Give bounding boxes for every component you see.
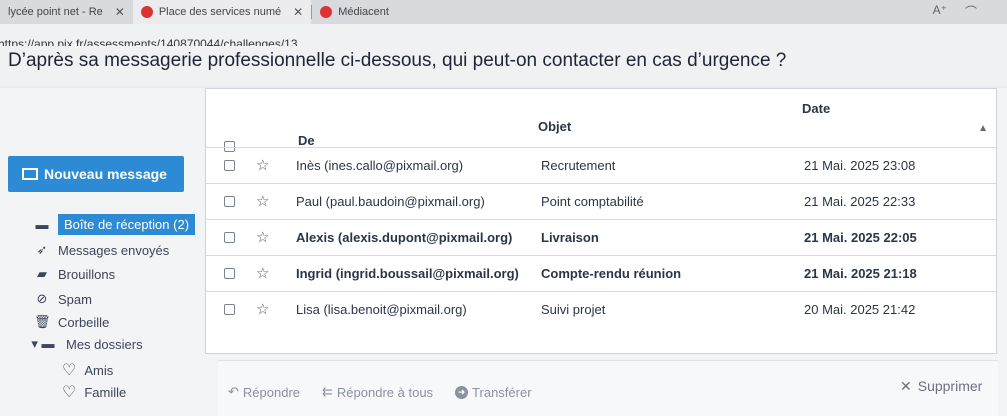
forward-button[interactable]: ➜ Transférer bbox=[455, 384, 532, 400]
tab-label: lycée point net - Re bbox=[8, 6, 103, 18]
row-checkbox[interactable] bbox=[224, 232, 235, 243]
address-bar[interactable]: https://app.pix.fr/assessments/140870044… bbox=[0, 24, 1007, 51]
email-subject: Compte-rendu réunion bbox=[541, 266, 682, 281]
email-date: 21 Mai. 2025 21:18 bbox=[804, 266, 917, 281]
column-header-subject[interactable]: Objet bbox=[538, 119, 571, 134]
tab-label: Place des services numé bbox=[158, 6, 282, 18]
sidebar-item-friends[interactable]: ♡ Amis bbox=[62, 360, 113, 380]
sidebar-item-label: Boîte de réception (2) bbox=[58, 214, 196, 235]
sidebar-item-trash[interactable]: 🗑 Corbeille bbox=[34, 314, 109, 330]
email-subject: Livraison bbox=[541, 230, 599, 245]
delete-button[interactable]: ✕ Supprimer bbox=[900, 378, 982, 395]
email-subject: Recrutement bbox=[541, 158, 616, 173]
row-checkbox[interactable] bbox=[224, 160, 235, 171]
folder-icon: ▾ ▬ bbox=[31, 336, 55, 351]
sidebar-item-family[interactable]: ♡ Famille bbox=[62, 382, 126, 402]
site-icon bbox=[140, 6, 153, 18]
reply-all-icon: ⇇ bbox=[322, 384, 333, 399]
email-list: De Objet Date ▲ ☆ Inès (ines.callo@pixma… bbox=[205, 88, 997, 354]
email-from: Ingrid (ingrid.boussail@pixmail.org) bbox=[296, 266, 519, 281]
star-icon[interactable]: ☆ bbox=[256, 156, 269, 174]
email-date: 21 Mai. 2025 22:05 bbox=[804, 230, 917, 245]
browser-tab-bar: lycée point net - Re ✕ Place des service… bbox=[0, 0, 1007, 24]
new-message-label: Nouveau message bbox=[44, 166, 167, 182]
sidebar-item-spam[interactable]: ⊘ Spam bbox=[34, 291, 92, 307]
question-text: D’après sa messagerie professionnelle ci… bbox=[0, 46, 1007, 86]
email-from: Alexis (alexis.dupont@pixmail.org) bbox=[296, 230, 513, 245]
forward-label: Transférer bbox=[472, 384, 532, 400]
draft-icon: ▰ bbox=[37, 266, 47, 281]
extension-icon[interactable]: ⌒ bbox=[965, 3, 977, 20]
font-size-icon[interactable]: A⁺ bbox=[933, 3, 947, 17]
send-icon: ➶ bbox=[36, 242, 48, 257]
email-date: 21 Mai. 2025 22:33 bbox=[804, 194, 916, 209]
sidebar-item-drafts[interactable]: ▰ Brouillons bbox=[34, 266, 115, 282]
sidebar-item-label: Famille bbox=[84, 384, 127, 400]
star-icon[interactable]: ☆ bbox=[256, 228, 269, 246]
close-icon[interactable]: ✕ bbox=[293, 5, 303, 19]
inbox-icon: ▬ bbox=[35, 217, 49, 232]
site-icon bbox=[320, 6, 333, 18]
email-date: 21 Mai. 2025 23:08 bbox=[804, 158, 916, 173]
heart-icon: ♡ bbox=[62, 362, 77, 379]
heart-icon: ♡ bbox=[62, 384, 77, 401]
close-icon[interactable]: ✕ bbox=[115, 5, 125, 19]
email-date: 20 Mai. 2025 21:42 bbox=[804, 302, 916, 317]
sidebar-item-inbox[interactable]: ▬ Boîte de réception (2) bbox=[34, 214, 196, 235]
star-icon[interactable]: ☆ bbox=[256, 192, 269, 210]
reply-label: Répondre bbox=[242, 384, 301, 400]
delete-label: Supprimer bbox=[917, 378, 983, 394]
sidebar-item-label: Spam bbox=[58, 291, 92, 307]
new-message-button[interactable]: Nouveau message bbox=[8, 156, 184, 192]
tab-services[interactable]: Place des services numé ✕ bbox=[132, 0, 312, 24]
tab-mediacentre[interactable]: Médiacent bbox=[312, 0, 397, 24]
email-row[interactable]: ☆ Alexis (alexis.dupont@pixmail.org) Liv… bbox=[206, 219, 996, 255]
sidebar: Nouveau message ▬ Boîte de réception (2)… bbox=[0, 88, 210, 416]
row-checkbox[interactable] bbox=[224, 196, 235, 207]
sidebar-item-label: Mes dossiers bbox=[66, 336, 143, 352]
email-subject: Suivi projet bbox=[541, 302, 606, 317]
close-icon: ✕ bbox=[900, 378, 912, 394]
reply-all-button[interactable]: ⇇ Répondre à tous bbox=[322, 384, 433, 400]
email-row[interactable]: ☆ Lisa (lisa.benoit@pixmail.org) Suivi p… bbox=[206, 291, 996, 327]
star-icon[interactable]: ☆ bbox=[256, 300, 269, 318]
envelope-icon bbox=[22, 168, 38, 180]
email-from: Inès (ines.callo@pixmail.org) bbox=[296, 158, 464, 173]
email-row[interactable]: ☆ Inès (ines.callo@pixmail.org) Recrutem… bbox=[206, 147, 996, 183]
sidebar-item-label: Brouillons bbox=[58, 266, 116, 282]
email-subject: Point comptabilité bbox=[541, 194, 644, 209]
email-row[interactable]: ☆ Ingrid (ingrid.boussail@pixmail.org) C… bbox=[206, 255, 996, 291]
column-header-from[interactable]: De bbox=[298, 133, 315, 148]
sidebar-item-label: Messages envoyés bbox=[58, 242, 170, 258]
email-row[interactable]: ☆ Paul (paul.baudoin@pixmail.org) Point … bbox=[206, 183, 996, 219]
row-checkbox[interactable] bbox=[224, 304, 235, 315]
tab-lycee[interactable]: lycée point net - Re ✕ bbox=[0, 0, 133, 24]
sidebar-item-label: Amis bbox=[84, 362, 114, 378]
email-from: Paul (paul.baudoin@pixmail.org) bbox=[296, 194, 485, 209]
mail-client: Nouveau message ▬ Boîte de réception (2)… bbox=[0, 88, 1007, 416]
sidebar-item-label: Corbeille bbox=[58, 314, 110, 330]
star-icon[interactable]: ☆ bbox=[256, 264, 269, 282]
forward-icon: ➜ bbox=[455, 385, 469, 399]
trash-icon: 🗑 bbox=[34, 314, 51, 329]
reply-icon: ↶ bbox=[228, 384, 239, 399]
sidebar-item-my-folders[interactable]: ▾ ▬ Mes dossiers bbox=[28, 336, 143, 352]
row-checkbox[interactable] bbox=[224, 268, 235, 279]
reply-button[interactable]: ↶ Répondre bbox=[228, 384, 300, 400]
tab-label: Médiacent bbox=[338, 6, 389, 18]
email-from: Lisa (lisa.benoit@pixmail.org) bbox=[296, 302, 467, 317]
message-actions: ↶ Répondre ⇇ Répondre à tous ➜ Transfére… bbox=[228, 384, 532, 400]
column-header-date[interactable]: Date bbox=[802, 101, 830, 116]
scroll-up-icon[interactable]: ▲ bbox=[978, 123, 988, 134]
reply-all-label: Répondre à tous bbox=[336, 384, 434, 400]
sidebar-item-sent[interactable]: ➶ Messages envoyés bbox=[34, 242, 170, 258]
spam-icon: ⊘ bbox=[36, 291, 48, 306]
